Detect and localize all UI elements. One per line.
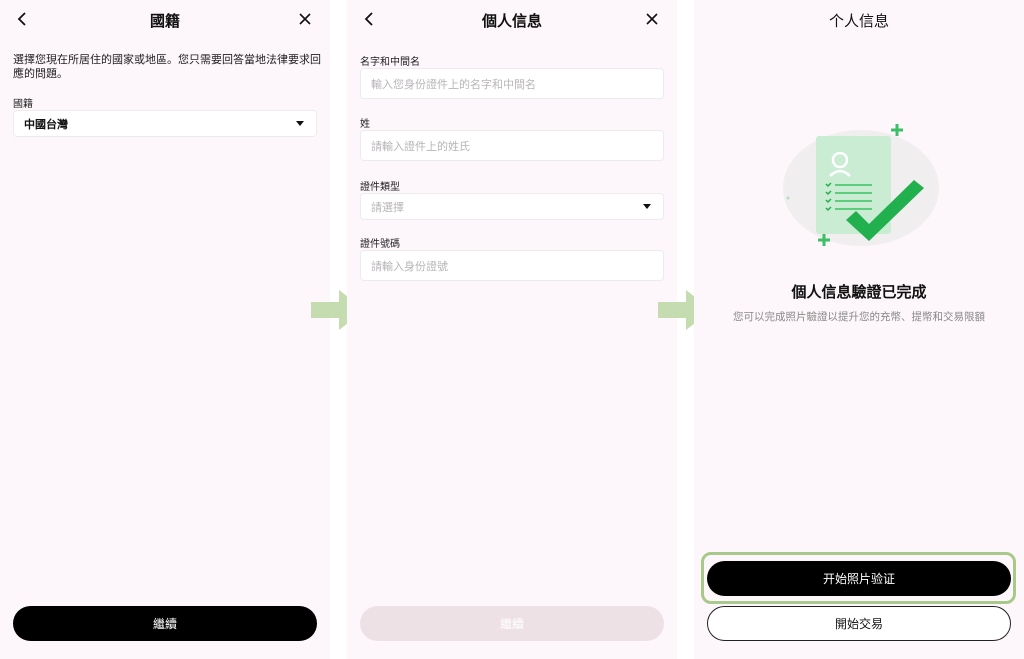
- caret-down-icon: [296, 120, 304, 126]
- nationality-select[interactable]: 中國台灣: [13, 110, 317, 137]
- id-type-placeholder: 請選擇: [371, 200, 404, 214]
- last-name-label: 姓: [360, 119, 370, 130]
- continue-button[interactable]: 繼續: [13, 606, 317, 641]
- caret-down-icon: [643, 203, 651, 209]
- start-trading-button[interactable]: 開始交易: [707, 606, 1011, 641]
- page-title: 个人信息: [828, 12, 889, 30]
- id-number-label: 證件號碼: [360, 239, 400, 250]
- nationality-screen: 國籍 選擇您現在所居住的國家或地區。您只需要回答當地法律要求回應的問題。 國籍 …: [0, 0, 330, 659]
- document-check-illustration: [783, 124, 939, 246]
- id-type-label: 證件類型: [360, 182, 400, 193]
- first-name-placeholder: 輸入您身份證件上的名字和中間名: [371, 77, 536, 91]
- nationality-label: 國籍: [13, 99, 33, 110]
- page-title: 個人信息: [481, 12, 542, 30]
- id-number-input[interactable]: 請輸入身份證號: [360, 250, 664, 281]
- complete-title: 個人信息驗證已完成: [791, 283, 927, 301]
- first-name-input[interactable]: 輸入您身份證件上的名字和中間名: [360, 68, 664, 99]
- last-name-input[interactable]: 請輸入證件上的姓氏: [360, 130, 664, 161]
- id-type-select[interactable]: 請選擇: [360, 193, 664, 220]
- id-number-placeholder: 請輸入身份證號: [371, 259, 448, 273]
- complete-subtitle: 您可以完成照片驗證以提升您的充幣、提幣和交易限額: [733, 311, 985, 323]
- close-icon[interactable]: [296, 10, 314, 28]
- first-name-label: 名字和中間名: [360, 57, 420, 68]
- personal-info-screen: 個人信息 名字和中間名 輸入您身份證件上的名字和中間名 姓 請輸入證件上的姓氏 …: [347, 0, 677, 659]
- nationality-value: 中國台灣: [24, 117, 68, 131]
- button-highlight: [701, 552, 1016, 604]
- nationality-description: 選擇您現在所居住的國家或地區。您只需要回答當地法律要求回應的問題。: [13, 53, 321, 80]
- last-name-placeholder: 請輸入證件上的姓氏: [371, 139, 470, 153]
- continue-button[interactable]: 繼續: [360, 606, 664, 641]
- close-icon[interactable]: [643, 10, 661, 28]
- page-title: 國籍: [149, 12, 180, 30]
